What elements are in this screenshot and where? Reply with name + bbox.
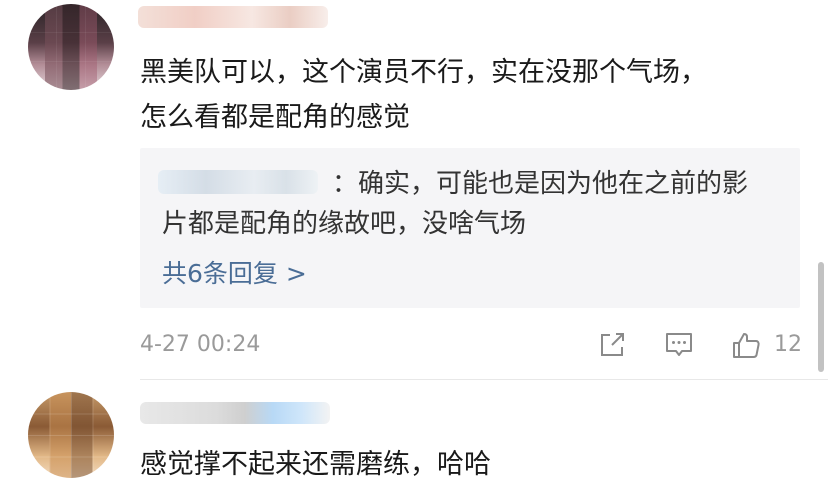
comment-icon[interactable] [664, 330, 694, 360]
comment-timestamp: 4-27 00:24 [140, 332, 261, 357]
scrollbar[interactable] [818, 262, 824, 372]
view-replies-link[interactable]: 共6条回复 > [162, 254, 307, 294]
divider [140, 379, 828, 380]
reply-username-blurred[interactable] [158, 170, 318, 194]
thumbs-up-icon[interactable] [731, 330, 761, 360]
comment-feed: 黑美队可以，这个演员不行，实在没那个气场， 怎么看都是配角的感觉 ：确实，可能也是… [0, 0, 828, 497]
avatar[interactable] [28, 4, 114, 90]
like-count: 12 [774, 332, 802, 357]
comment-text: 感觉撑不起来还需磨练，哈哈 [140, 449, 491, 480]
comment-text: 黑美队可以，这个演员不行，实在没那个气场， 怎么看都是配角的感觉 [140, 50, 800, 140]
avatar[interactable] [28, 392, 114, 478]
comment-text-line: 黑美队可以，这个演员不行，实在没那个气场， [140, 57, 707, 88]
reply-text-line: 片都是配角的缘故吧，没啥气场 [162, 209, 527, 239]
comment-text-line: 怎么看都是配角的感觉 [140, 102, 410, 133]
username-blurred[interactable] [138, 6, 328, 28]
share-icon[interactable] [597, 330, 627, 360]
reply-text-line: ：确实，可能也是因为他在之前的影 [332, 169, 749, 199]
username-blurred[interactable] [140, 402, 330, 424]
